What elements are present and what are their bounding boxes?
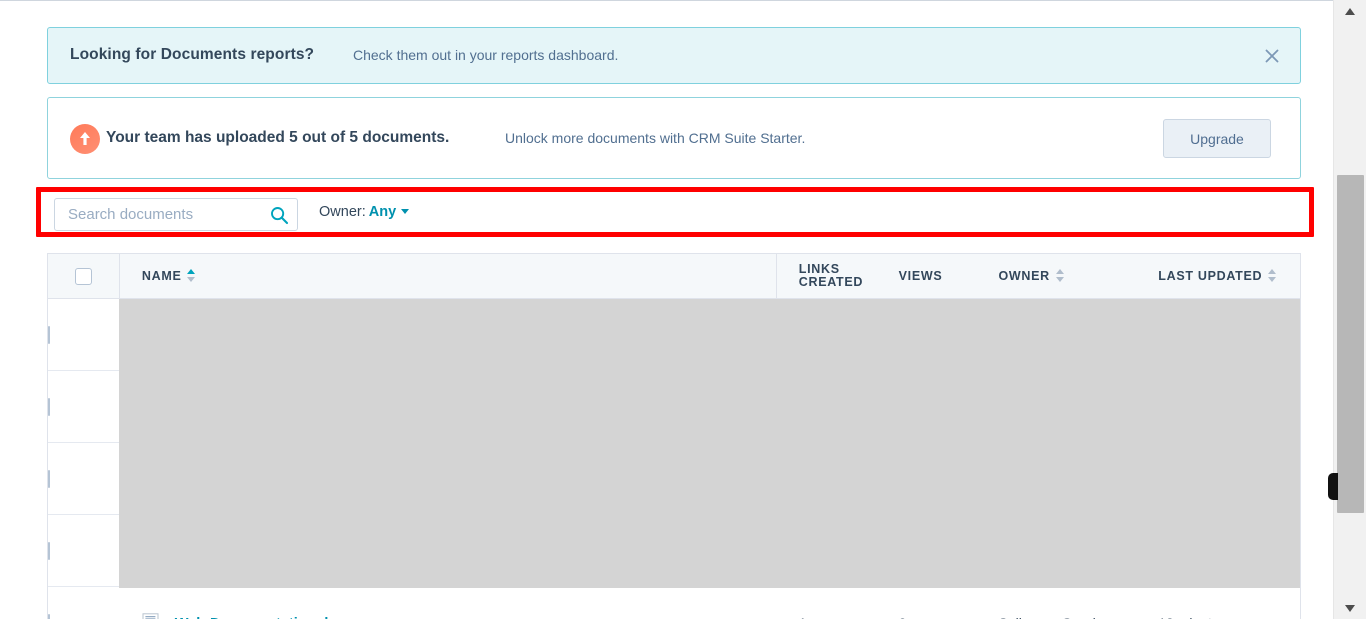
row-links-cell: 1 (777, 615, 877, 619)
scroll-down-arrow-icon[interactable] (1334, 599, 1366, 617)
document-file-icon (142, 612, 159, 619)
chevron-down-icon (401, 209, 410, 214)
page-root: Looking for Documents reports? Check the… (0, 0, 1366, 619)
row-checkbox[interactable] (48, 469, 50, 488)
upgrade-banner: Your team has uploaded 5 out of 5 docume… (47, 97, 1301, 179)
row-checkbox[interactable] (48, 613, 50, 619)
row-owner-cell: Saikumar Goud (976, 615, 1136, 619)
upgrade-banner-subtitle: Unlock more documents with CRM Suite Sta… (505, 130, 806, 146)
upgrade-banner-title: Your team has uploaded 5 out of 5 docume… (106, 129, 450, 146)
search-row-highlight: Owner:Any (36, 187, 1314, 237)
sort-icon-last-updated[interactable] (1268, 268, 1277, 284)
sort-icon-name[interactable] (187, 268, 196, 284)
row-select-cell (48, 325, 120, 344)
close-icon[interactable] (1261, 45, 1283, 67)
column-header-name-label: NAME (141, 269, 182, 283)
scrollbar-drag-nub[interactable] (1328, 473, 1338, 500)
owner-filter-value: Any (368, 204, 397, 220)
browser-scrollbar[interactable] (1328, 0, 1366, 619)
column-header-owner[interactable]: OWNER (976, 254, 1136, 298)
row-checkbox[interactable] (48, 397, 50, 416)
row-select-cell (48, 541, 120, 560)
table-header-row: NAME LINKS CREATED VIEWS OWNER LAST UPDA… (48, 254, 1300, 299)
reports-banner-subtitle: Check them out in your reports dashboard… (353, 47, 619, 63)
select-all-checkbox[interactable] (74, 267, 92, 285)
redacted-rows-overlay (119, 299, 1300, 588)
column-header-last-updated-label: LAST UPDATED (1158, 269, 1263, 283)
owner-filter-label: Owner: (319, 204, 366, 220)
column-header-last-updated[interactable]: LAST UPDATED (1136, 254, 1300, 298)
upgrade-button[interactable]: Upgrade (1163, 119, 1271, 158)
documents-toolbar: Owner:Any (41, 192, 1309, 232)
row-select-cell (48, 613, 120, 619)
row-select-cell (48, 469, 120, 488)
scroll-up-arrow-icon[interactable] (1334, 2, 1366, 20)
column-header-views: VIEWS (877, 254, 977, 298)
row-select-cell (48, 397, 120, 416)
column-header-views-label: VIEWS (898, 269, 943, 283)
column-header-links-created: LINKS CREATED (777, 254, 877, 298)
document-name-link[interactable]: Web-Documentation.docx (175, 616, 354, 619)
upload-arrow-circle-icon (70, 124, 100, 154)
column-header-name[interactable]: NAME (120, 254, 777, 298)
table-row[interactable]: Web-Documentation.docx 1 0 Saikumar Goud… (48, 587, 1300, 619)
row-checkbox[interactable] (48, 325, 50, 344)
row-updated-cell: 13 minutes ago (1136, 615, 1300, 619)
search-input-wrapper[interactable] (54, 198, 298, 231)
column-header-links-line1: LINKS (798, 262, 840, 276)
select-all-header (48, 254, 120, 298)
owner-filter-dropdown[interactable]: Owner: Any (319, 204, 410, 220)
row-name-cell: Web-Documentation.docx (120, 612, 777, 619)
sort-icon-owner[interactable] (1055, 268, 1065, 284)
column-header-links-line2: CREATED (798, 275, 864, 289)
search-icon[interactable] (269, 205, 289, 225)
column-header-owner-label: OWNER (998, 269, 1050, 283)
reports-banner: Looking for Documents reports? Check the… (47, 27, 1301, 84)
scrollbar-thumb[interactable] (1328, 175, 1364, 513)
documents-page-viewport: Looking for Documents reports? Check the… (0, 1, 1333, 619)
reports-banner-title: Looking for Documents reports? (70, 46, 315, 63)
row-views-cell: 0 (877, 615, 977, 619)
row-checkbox[interactable] (48, 541, 50, 560)
search-input[interactable] (55, 199, 263, 230)
